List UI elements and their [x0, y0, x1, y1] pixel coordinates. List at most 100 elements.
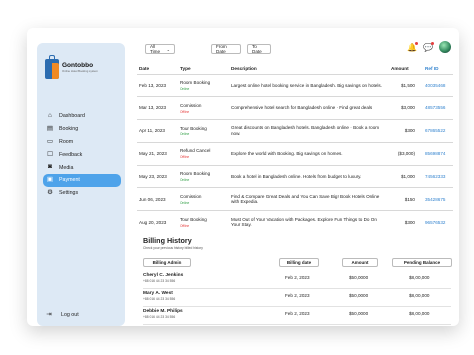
table-row[interactable]: May 23, 2023 Room Booking Online Book a hot…	[137, 164, 453, 188]
table-row[interactable]: Mar 13, 2023 Comission Offline Comprehensiv…	[137, 96, 453, 120]
sidebar-item-label: Dashboard	[59, 113, 85, 120]
row-description: Must Out of Your Vacation with Packages.…	[229, 210, 389, 234]
sidebar-item-settings[interactable]: ⚙ Settings	[43, 187, 121, 200]
notification-dot	[415, 41, 419, 45]
billing-row[interactable]: Debbie M. Philips +88 016 44 23 34 556 Feb…	[137, 307, 459, 325]
gear-icon: ⚙	[47, 188, 53, 196]
billing-row[interactable]: Mary A. West +88 016 44 23 34 556 Feb 2, 2…	[137, 289, 459, 307]
row-type: Comission Online	[178, 187, 229, 211]
row-amount: $300	[389, 119, 423, 143]
row-amount: ($3,000)	[389, 141, 423, 166]
row-date: Feb 13, 2023	[137, 73, 178, 97]
from-date-button[interactable]: From Date	[211, 44, 241, 54]
row-amount: $150	[389, 187, 423, 211]
sidebar-item-media[interactable]: ◙ Media	[43, 161, 121, 174]
billing-amount-header[interactable]: Amount	[342, 258, 378, 267]
billing-admin-header[interactable]: Billing Admin	[143, 258, 191, 267]
range-value: All Time	[150, 44, 161, 54]
row-ref-link[interactable]: 48573556	[423, 96, 453, 120]
table-row[interactable]: May 21, 2023 Refund Cancel Offline Explore …	[137, 141, 453, 166]
pending-balance-header[interactable]: Pending Balance	[392, 258, 452, 267]
billing-subtitle: Check your previous history billed histo…	[143, 246, 203, 250]
row-ref-link[interactable]: 74562333	[423, 164, 453, 188]
chat-icon[interactable]: 💬	[423, 41, 434, 52]
row-ref-link[interactable]: 35428675	[423, 187, 453, 211]
sidebar: Gontobbo Online Hotel Booking system ⌂ D…	[37, 43, 125, 326]
row-type: Room Booking Online	[178, 164, 229, 188]
row-type-label: Tour Booking	[180, 125, 207, 131]
row-date: Apr 11, 2023	[137, 119, 178, 143]
pending-balance: $8,00,000	[409, 293, 430, 298]
bell-icon[interactable]: 🔔	[407, 41, 419, 52]
row-ref-link[interactable]: 67865522	[423, 119, 453, 143]
row-amount: $300	[389, 210, 423, 234]
home-icon: ⌂	[48, 112, 52, 120]
booking-icon: ▤	[46, 124, 54, 132]
row-ref-link[interactable]: 96576532	[423, 210, 453, 234]
logout-button[interactable]: ⇥ Log out	[45, 310, 78, 319]
pending-balance: $8,00,000	[409, 275, 430, 280]
sidebar-item-label: Settings	[59, 190, 79, 197]
main-content: All Time ⌄ From Date To Date 🔔 💬 Date Ty…	[137, 28, 459, 326]
media-icon: ◙	[48, 163, 52, 171]
sidebar-item-label: Booking	[59, 126, 79, 133]
sidebar-nav: ⌂ Dashboard ▤ Booking ▭ Room ☐ Feedback …	[43, 110, 121, 200]
col-ref-header[interactable]: Ref ID	[423, 64, 453, 74]
billing-row[interactable]: Cheryl C. Jenkins +88 016 44 23 34 556 Feb…	[137, 271, 459, 289]
row-date: May 23, 2023	[137, 164, 178, 188]
row-description: Largest online hotel booking service in …	[229, 73, 389, 97]
row-amount: $3,000	[389, 96, 423, 120]
brand-tagline: Online Hotel Booking system	[62, 68, 98, 73]
sidebar-item-label: Feedback	[59, 151, 83, 158]
from-date-label: From Date	[216, 44, 227, 54]
to-date-button[interactable]: To Date	[247, 44, 271, 54]
row-ref-link[interactable]: 40035468	[423, 73, 453, 97]
feedback-icon: ☐	[47, 150, 53, 158]
sidebar-item-label: Room	[59, 138, 74, 145]
row-description: Find & Compare Great Deals and You Can S…	[229, 187, 389, 211]
app-window: Gontobbo Online Hotel Booking system ⌂ D…	[27, 28, 459, 326]
brand[interactable]: Gontobbo Online Hotel Booking system	[45, 55, 98, 79]
col-description-header[interactable]: Description	[229, 64, 389, 74]
row-type-label: Comission	[180, 194, 202, 200]
row-ref-link[interactable]: 85698874	[423, 141, 453, 166]
avatar[interactable]	[439, 41, 451, 53]
billing-admin-name: Cheryl C. Jenkins	[143, 273, 184, 278]
table-row[interactable]: Jun 06, 2023 Comission Online Find & Compar…	[137, 187, 453, 211]
brand-name: Gontobbo	[62, 61, 94, 69]
logout-icon: ⇥	[46, 310, 52, 318]
bed-icon: ▭	[46, 137, 54, 145]
billing-admin-phone: +88 016 44 23 34 556	[143, 297, 176, 301]
range-dropdown[interactable]: All Time ⌄	[145, 44, 175, 54]
row-description: Explore the world with Booking. Big savi…	[229, 141, 389, 166]
sidebar-item-label: Payment	[59, 177, 80, 184]
billing-amount: $50,0000	[349, 275, 369, 280]
sidebar-item-booking[interactable]: ▤ Booking	[43, 123, 121, 136]
row-type-label: Comission	[180, 102, 202, 108]
col-date-header[interactable]: Date	[137, 64, 178, 74]
sidebar-item-dashboard[interactable]: ⌂ Dashboard	[43, 110, 121, 123]
row-date: Aug 20, 2023	[137, 210, 178, 234]
col-amount-header[interactable]: Amount	[389, 64, 423, 74]
sidebar-item-room[interactable]: ▭ Room	[43, 136, 121, 149]
pending-balance: $8,00,000	[409, 311, 430, 316]
status-badge: Online	[180, 177, 190, 182]
billing-admin-phone: +88 016 44 23 34 556	[143, 315, 176, 319]
row-date: Jun 06, 2023	[137, 187, 178, 211]
luggage-logo-icon	[45, 55, 59, 79]
row-description: Great discounts on Bangladesh hotels. Ba…	[229, 119, 389, 143]
billing-admin-phone: +88 016 44 23 34 556	[143, 279, 176, 283]
message-dot	[431, 41, 434, 45]
sidebar-item-payment[interactable]: ▣ Payment	[43, 173, 121, 187]
table-row[interactable]: Apr 11, 2023 Tour Booking Online Great disc…	[137, 119, 453, 143]
table-row[interactable]: Aug 20, 2023 Tour Booking Offline Must Out …	[137, 210, 453, 234]
header-icons: 🔔 💬	[407, 41, 451, 53]
row-type-label: Refund Cancel	[180, 148, 211, 154]
row-date: Mar 13, 2023	[137, 96, 178, 120]
billing-date-header[interactable]: Billing date	[279, 258, 319, 267]
billing-title: Billing History	[143, 236, 192, 245]
table-row[interactable]: Feb 13, 2023 Room Booking Online Largest on…	[137, 73, 453, 97]
col-type-header[interactable]: Type	[178, 64, 229, 74]
billing-amount: $50,0000	[349, 311, 369, 316]
sidebar-item-feedback[interactable]: ☐ Feedback	[43, 148, 121, 161]
